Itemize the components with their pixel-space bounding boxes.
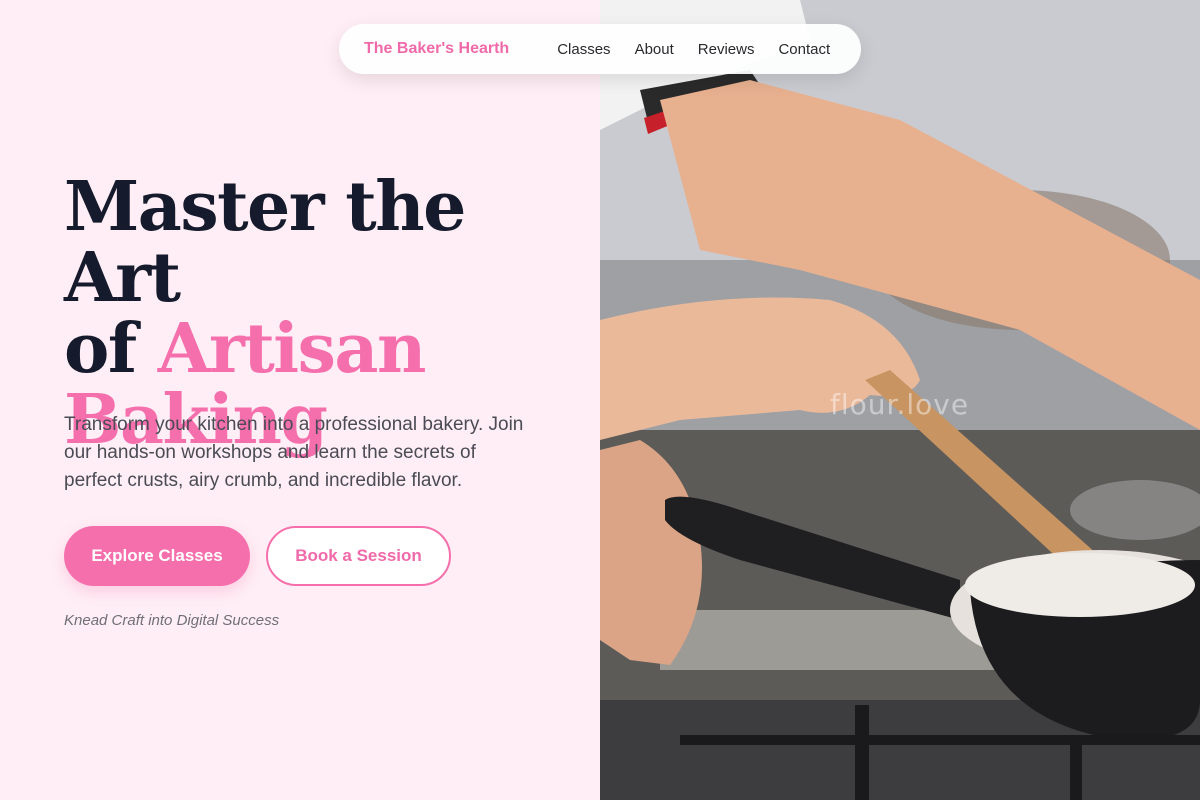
hero-description: Transform your kitchen into a profession… [64,414,524,491]
book-session-button[interactable]: Book a Session [266,526,451,586]
headline-accent-artisan: Artisan [157,309,427,389]
nav-link-contact[interactable]: Contact [778,41,830,58]
nav-links: Classes About Reviews Contact [557,41,830,58]
nav-link-reviews[interactable]: Reviews [698,41,755,58]
explore-classes-button[interactable]: Explore Classes [64,526,250,586]
hero-tagline: Knead Craft into Digital Success [64,612,280,629]
hero-photo: flour.love [600,0,1200,800]
headline-line-1: Master the Art [64,167,466,318]
brand-logo[interactable]: The Baker's Hearth [364,40,509,58]
headline-of: of [64,309,137,389]
photo-watermark: flour.love [830,388,970,421]
nav-link-about[interactable]: About [635,41,674,58]
nav-link-classes[interactable]: Classes [557,41,610,58]
top-nav: The Baker's Hearth Classes About Reviews… [339,24,861,74]
